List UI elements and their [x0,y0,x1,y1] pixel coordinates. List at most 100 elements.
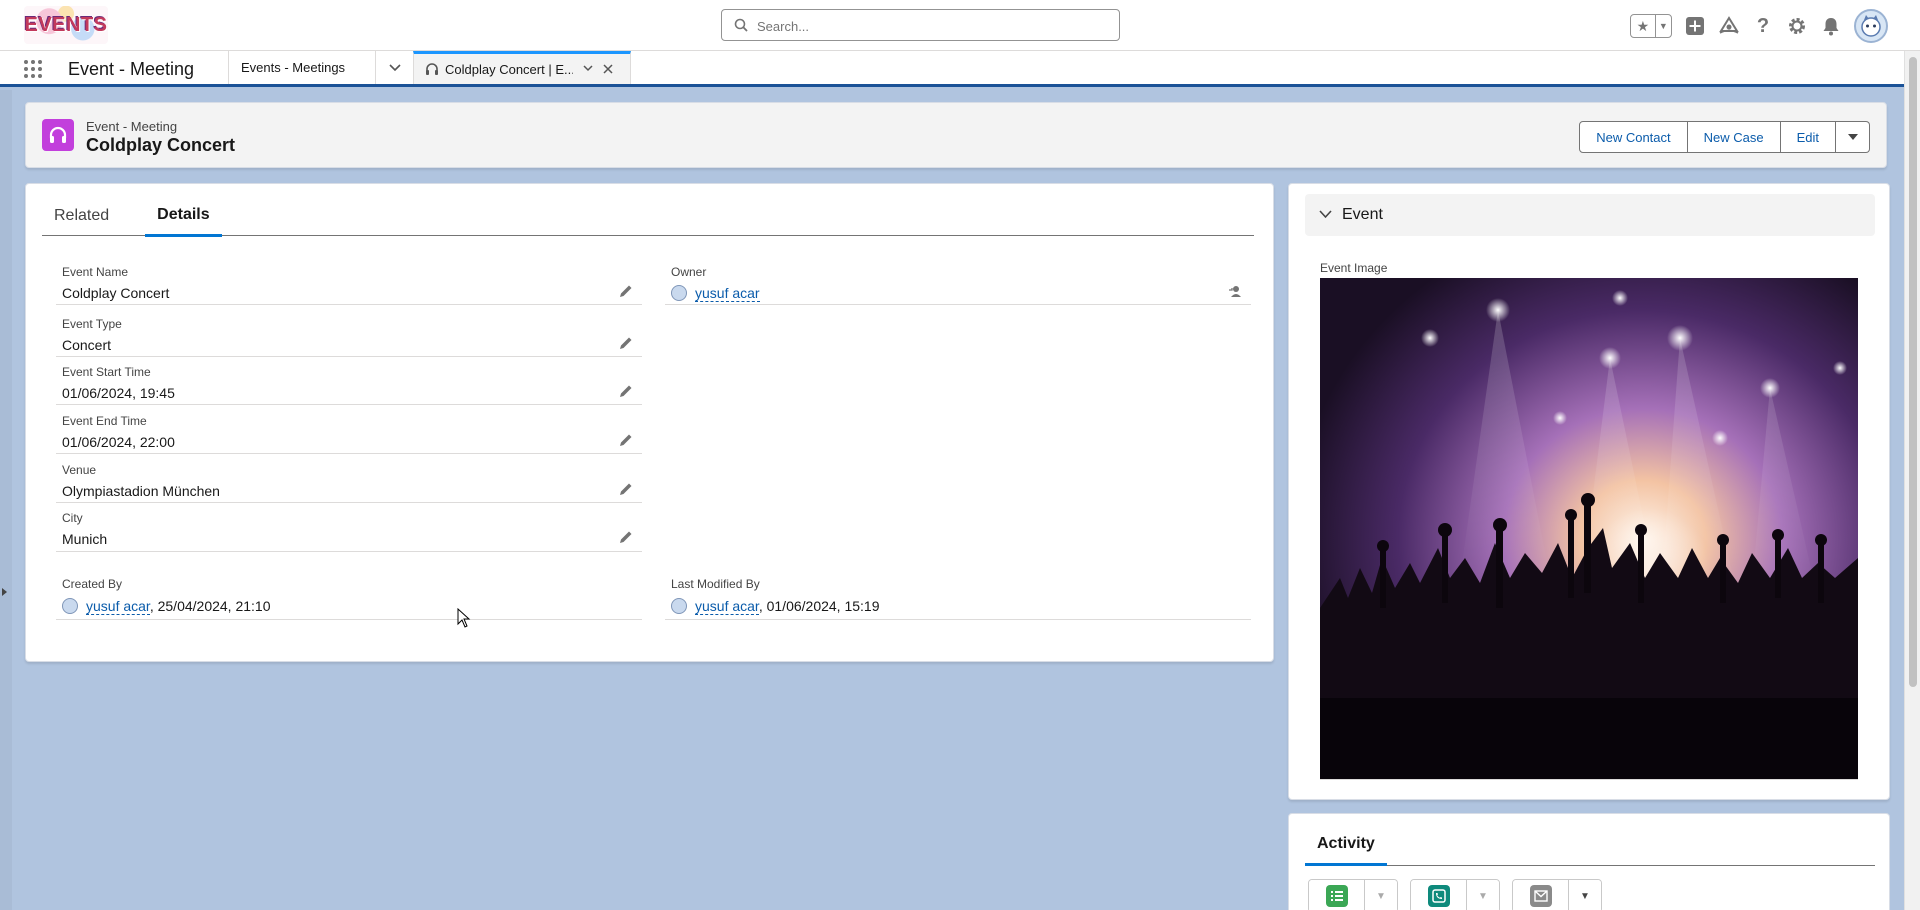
log-call-group: ▼ [1410,879,1500,910]
new-task-group: ▼ [1308,879,1398,910]
more-actions-button[interactable] [1836,121,1870,153]
avatar [62,598,78,614]
edit-pencil-icon[interactable] [618,335,634,351]
activity-actions: ▼ ▼ ▼ [1308,879,1602,910]
event-section-header[interactable]: Event [1305,194,1875,236]
mouse-cursor-icon [457,608,471,628]
tab-events-meetings[interactable]: Events - Meetings [228,51,375,84]
send-email-button[interactable] [1513,880,1569,910]
tab-label: Events - Meetings [241,60,346,75]
log-call-button[interactable] [1411,880,1467,910]
record-type-icon [42,119,74,151]
record-title: Coldplay Concert [86,135,236,155]
owner-link[interactable]: yusuf acar [695,285,760,302]
field-value: 01/06/2024, 22:00 [62,434,175,450]
navigation-bar: Event - Meeting Events - Meetings Coldpl… [0,51,1920,87]
edit-button[interactable]: Edit [1780,121,1836,153]
tab-dropdown-icon[interactable] [375,51,413,84]
phone-icon [1427,885,1450,907]
task-dropdown-icon[interactable]: ▼ [1365,880,1397,910]
field-label: Event Name [62,265,129,279]
new-contact-button[interactable]: New Contact [1579,121,1688,153]
notifications-bell-icon[interactable] [1820,15,1842,37]
details-card: Related Details Event Name Coldplay Conc… [25,183,1274,662]
change-owner-icon[interactable] [1227,283,1243,299]
favorites-dropdown-icon[interactable]: ▼ [1656,15,1671,37]
field-value: Concert [62,337,112,353]
section-title: Event [1342,206,1383,223]
tab-label: Coldplay Concert | E... [445,61,573,77]
edit-pencil-icon[interactable] [618,283,634,299]
new-case-button[interactable]: New Case [1687,121,1781,153]
tab-close-icon[interactable] [603,61,613,77]
send-email-group: ▼ [1512,879,1602,910]
add-icon[interactable] [1684,15,1706,37]
field-event-end-time: Event End Time 01/06/2024, 22:00 [56,414,642,454]
field-label: Event End Time [62,414,147,428]
tab-coldplay-concert[interactable]: Coldplay Concert | E... [413,51,631,84]
last-modified-by-link[interactable]: yusuf acar [695,598,759,615]
field-value: yusuf acar, 25/04/2024, 21:10 [62,598,271,615]
header-utility-icons: ★ ▼ ? [1630,9,1888,43]
field-event-start-time: Event Start Time 01/06/2024, 19:45 [56,365,642,405]
search-input[interactable] [757,16,1107,36]
app-launcher-icon[interactable] [22,58,44,80]
event-image-label: Event Image [1320,261,1388,275]
edit-pencil-icon[interactable] [618,529,634,545]
field-value: yusuf acar [671,285,760,302]
call-dropdown-icon[interactable]: ▼ [1467,880,1499,910]
field-value: Coldplay Concert [62,285,170,301]
trailhead-icon[interactable] [1718,15,1740,37]
page-scrollbar[interactable] [1904,51,1920,910]
headphones-icon [49,126,67,143]
utility-side-strip[interactable] [0,90,12,910]
app-logo[interactable]: EVENTS [24,6,108,44]
tab-activity[interactable]: Activity [1305,824,1387,866]
record-type-label: Event - Meeting [86,119,178,134]
field-last-modified-by: Last Modified By yusuf acar, 01/06/2024,… [665,577,1251,620]
help-icon[interactable]: ? [1752,15,1774,37]
logo-text: EVENTS [24,13,108,36]
chevron-down-icon [1319,208,1332,222]
field-label: City [62,511,83,525]
scrollbar-thumb[interactable] [1909,57,1917,687]
field-venue: Venue Olympiastadion München [56,463,642,503]
activity-tabs: Activity [1305,824,1875,866]
user-avatar[interactable] [1854,9,1888,43]
tab-details[interactable]: Details [145,196,222,237]
field-city: City Munich [56,511,642,552]
tab-chevron-down-icon[interactable] [583,63,593,75]
new-task-button[interactable] [1309,880,1365,910]
expand-arrow-icon[interactable] [2,588,7,596]
field-value: yusuf acar, 01/06/2024, 15:19 [671,598,880,615]
record-tabs: Related Details [42,196,1254,237]
favorites-button-group[interactable]: ★ ▼ [1630,14,1672,38]
edit-pencil-icon[interactable] [618,383,634,399]
field-value: 01/06/2024, 19:45 [62,385,175,401]
app-name: Event - Meeting [68,59,195,79]
field-label: Created By [62,577,123,591]
field-label: Owner [671,265,707,279]
edit-pencil-icon[interactable] [618,432,634,448]
search-icon [734,18,748,32]
setup-gear-icon[interactable] [1786,15,1808,37]
edit-pencil-icon[interactable] [618,481,634,497]
headphones-icon [426,63,438,75]
event-side-card: Event Event Image [1288,183,1890,800]
email-dropdown-icon[interactable]: ▼ [1569,880,1601,910]
record-actions: New Contact New Case Edit [1579,121,1870,153]
favorites-star-icon[interactable]: ★ [1631,15,1656,37]
created-date: , 25/04/2024, 21:10 [149,598,271,614]
tab-related[interactable]: Related [42,196,121,236]
last-modified-date: , 01/06/2024, 15:19 [758,598,880,614]
email-icon [1529,885,1552,907]
created-by-link[interactable]: yusuf acar [86,598,150,615]
global-search[interactable] [721,9,1120,41]
field-label: Event Start Time [62,365,151,379]
field-label: Venue [62,463,97,477]
field-event-type: Event Type Concert [56,317,642,357]
field-owner: Owner yusuf acar [665,265,1251,305]
task-list-icon [1325,885,1348,907]
field-event-name: Event Name Coldplay Concert [56,265,642,305]
field-created-by: Created By yusuf acar, 25/04/2024, 21:10 [56,577,642,620]
